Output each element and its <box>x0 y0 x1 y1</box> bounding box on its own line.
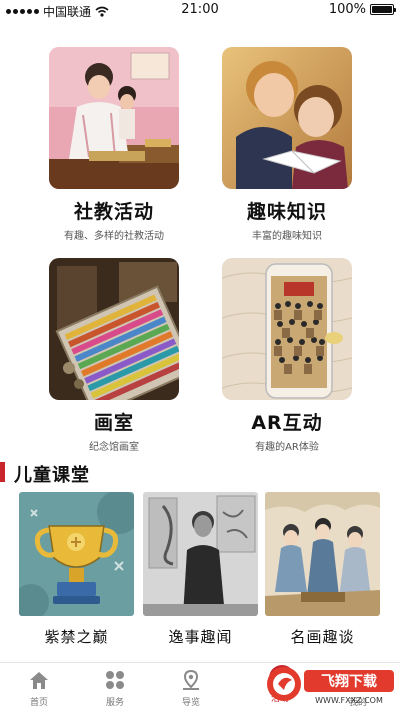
section-accent-bar <box>0 462 5 482</box>
watermark-domain: WWW.FXXZ.COM <box>315 696 383 705</box>
tab-label: 服务 <box>105 698 124 708</box>
status-bar: 中国联通 21:00 100% <box>0 0 400 20</box>
feature-subtitle: 丰富的趣味知识 <box>252 231 322 242</box>
ar-phone-painting-photo <box>222 258 352 400</box>
feature-card-ar-interaction[interactable]: AR互动 有趣的AR体验 <box>222 258 352 453</box>
kids-reading-photo <box>222 47 352 189</box>
tab-service[interactable]: 服务 <box>85 669 145 708</box>
feature-title: 趣味知识 <box>246 201 327 223</box>
classical-painting <box>265 492 380 616</box>
feature-title: 社教活动 <box>73 201 154 223</box>
watermark-text: 飞翔下载 <box>321 673 377 690</box>
feature-subtitle: 纪念馆画室 <box>89 442 139 453</box>
course-label: 名画趣谈 <box>290 628 355 646</box>
battery-group: 100% <box>328 2 396 17</box>
kids-crafting-photo <box>49 47 179 189</box>
feature-subtitle: 有趣、多样的社教活动 <box>64 231 164 242</box>
course-label: 逸事趣闻 <box>168 628 233 646</box>
map-pin-icon <box>180 669 202 691</box>
tab-label: 导览 <box>181 698 200 708</box>
feature-card-studio[interactable]: 画室 纪念馆画室 <box>49 258 179 453</box>
section-header-kids-class: 儿童课堂 <box>0 460 400 486</box>
tab-guide[interactable]: 导览 <box>161 669 221 708</box>
course-label: 紫禁之巅 <box>44 628 109 646</box>
grid-icon <box>104 669 126 691</box>
tab-label: 首页 <box>29 698 48 708</box>
trophy-illustration <box>19 492 134 616</box>
site-watermark: 飞翔下载 WWW.FXXZ.COM <box>262 662 400 706</box>
feature-card-fun-knowledge[interactable]: 趣味知识 丰富的趣味知识 <box>222 47 352 242</box>
tab-home[interactable]: 首页 <box>9 669 69 708</box>
home-icon <box>28 669 50 691</box>
battery-percent: 100% <box>328 2 366 17</box>
feature-title: AR互动 <box>251 412 323 434</box>
battery-icon <box>370 4 396 15</box>
historical-portrait-photo <box>143 492 258 616</box>
crayon-box-photo <box>49 258 179 400</box>
feature-subtitle: 有趣的AR体验 <box>255 442 319 453</box>
section-title: 儿童课堂 <box>14 465 90 486</box>
course-card-famous-paintings[interactable]: 名画趣谈 <box>265 492 380 647</box>
course-card-anecdotes[interactable]: 逸事趣闻 <box>143 492 258 647</box>
feature-card-social-education[interactable]: 社教活动 有趣、多样的社教活动 <box>49 47 179 242</box>
feature-title: 画室 <box>93 412 134 434</box>
course-card-forbidden-city[interactable]: 紫禁之巅 <box>19 492 134 647</box>
